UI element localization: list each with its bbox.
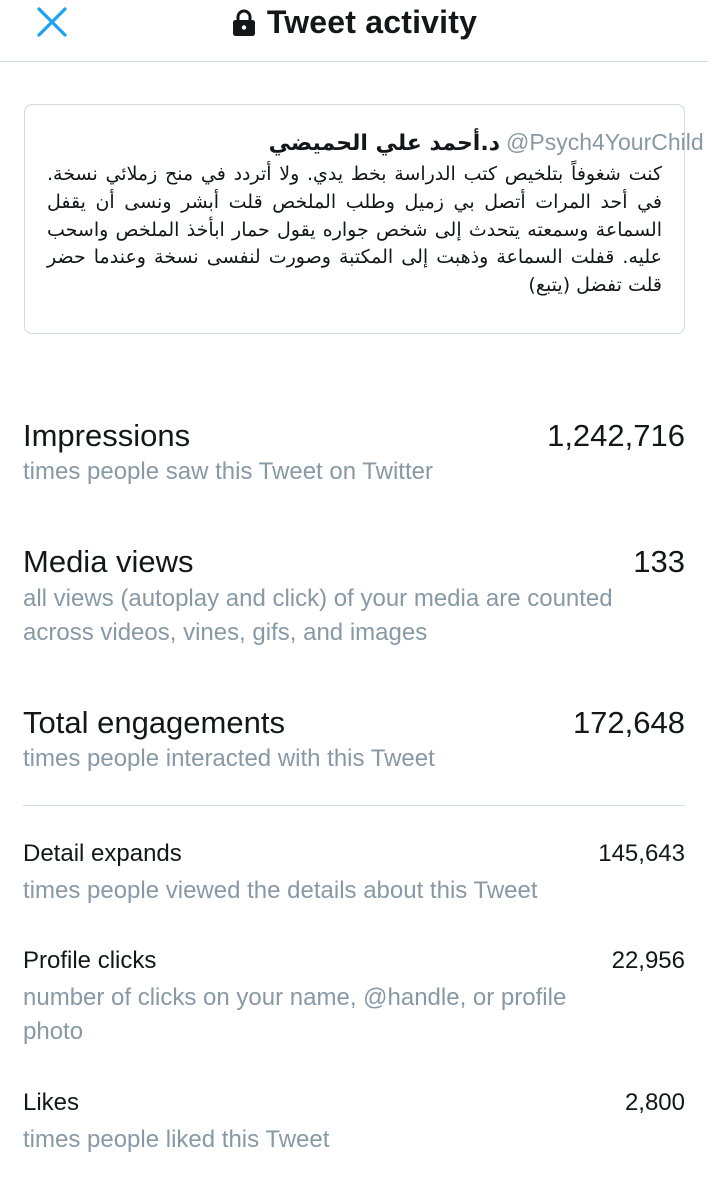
metric-description: times people liked this Tweet bbox=[23, 1126, 330, 1153]
metric-media-views: Media views 133 all views (autoplay and … bbox=[23, 544, 685, 650]
tweet-author-handle[interactable]: @Psych4YourChild bbox=[506, 129, 704, 156]
metric-label: Impressions bbox=[23, 418, 191, 453]
metric-value: 133 bbox=[633, 544, 685, 579]
metric-description: times people saw this Tweet on Twitter bbox=[23, 458, 433, 485]
metric-label: Profile clicks bbox=[23, 947, 157, 974]
tweet-card[interactable]: د.أحمد علي الحميضي @Psych4YourChild كنت … bbox=[24, 104, 704, 334]
metric-description-line2: across videos, vines, gifs, and images bbox=[23, 619, 428, 646]
metric-description: times people viewed the details about th… bbox=[23, 877, 538, 904]
metric-label: Detail expands bbox=[23, 840, 182, 867]
metric-description-line1: number of clicks on your name, @handle, … bbox=[23, 984, 567, 1011]
title-wrap: Tweet activity bbox=[0, 0, 708, 44]
metric-likes: Likes 2,800 times people liked this Twee… bbox=[23, 1088, 685, 1158]
lock-icon bbox=[232, 9, 255, 36]
tweet-author-name[interactable]: د.أحمد علي الحميضي bbox=[269, 131, 500, 156]
section-divider bbox=[23, 805, 685, 806]
metric-label: Media views bbox=[23, 544, 194, 579]
metric-value: 22,956 bbox=[611, 947, 685, 974]
top-bar: Tweet activity bbox=[0, 0, 708, 62]
metric-label: Likes bbox=[23, 1089, 80, 1116]
metric-description: times people interacted with this Tweet bbox=[23, 745, 435, 772]
metric-value: 172,648 bbox=[572, 705, 685, 740]
metric-value: 1,242,716 bbox=[547, 418, 685, 453]
tweet-text: كنت شغوفاً بتلخيص كتب الدراسة بخط يدي. و… bbox=[47, 163, 662, 297]
metric-value: 145,643 bbox=[598, 840, 685, 867]
metric-description-line1: all views (autoplay and click) of your m… bbox=[23, 585, 613, 612]
metric-description-line2: photo bbox=[23, 1018, 84, 1045]
metric-total-engagements: Total engagements 172,648 times people i… bbox=[23, 705, 685, 777]
metric-value: 2,800 bbox=[624, 1089, 685, 1116]
metric-profile-clicks: Profile clicks 22,956 number of clicks o… bbox=[23, 946, 685, 1050]
page-title: Tweet activity bbox=[266, 3, 478, 40]
metric-label: Total engagements bbox=[23, 705, 285, 740]
metric-detail-expands: Detail expands 145,643 times people view… bbox=[23, 839, 685, 909]
metric-impressions: Impressions 1,242,716 times people saw t… bbox=[23, 418, 685, 490]
